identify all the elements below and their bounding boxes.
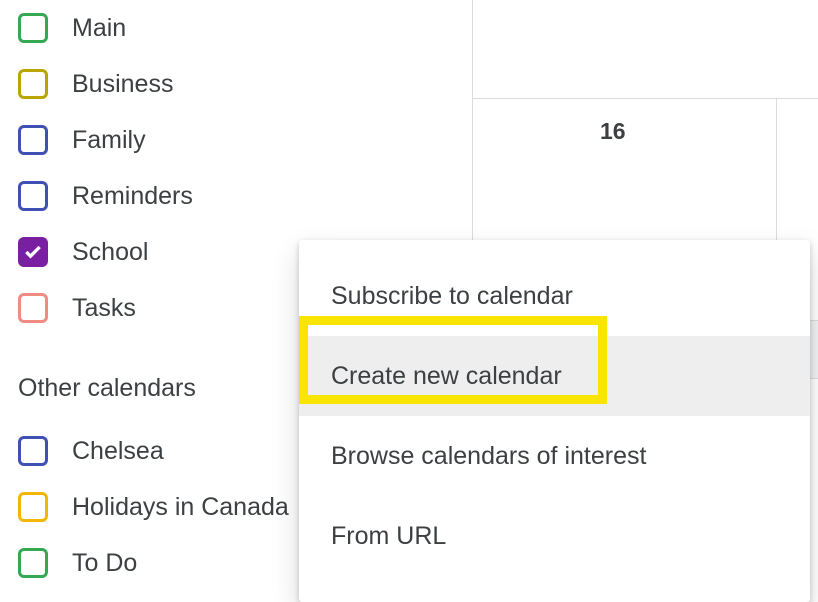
calendar-item-main[interactable]: Main	[18, 0, 308, 56]
calendar-item-todo[interactable]: To Do	[18, 535, 308, 591]
menu-item-label: Create new calendar	[331, 362, 562, 391]
calendar-item-tasks[interactable]: Tasks	[18, 280, 308, 336]
calendar-item-reminders[interactable]: Reminders	[18, 168, 308, 224]
add-calendar-menu: Subscribe to calendar Create new calenda…	[299, 240, 810, 602]
checkbox-todo[interactable]	[18, 548, 48, 578]
calendar-label: Reminders	[72, 182, 193, 211]
checkbox-main[interactable]	[18, 13, 48, 43]
menu-item-label: Browse calendars of interest	[331, 442, 646, 471]
checkbox-school[interactable]	[18, 237, 48, 267]
calendar-label: School	[72, 238, 148, 267]
calendar-label: To Do	[72, 549, 137, 578]
checkbox-family[interactable]	[18, 125, 48, 155]
calendar-item-holidays[interactable]: Holidays in Canada	[18, 479, 308, 535]
calendar-day-number[interactable]: 16	[600, 118, 626, 145]
checkbox-tasks[interactable]	[18, 293, 48, 323]
calendar-item-family[interactable]: Family	[18, 112, 308, 168]
calendar-label: Tasks	[72, 294, 136, 323]
menu-item-import[interactable]: Import	[299, 576, 810, 602]
menu-item-from-url[interactable]: From URL	[299, 496, 810, 576]
other-calendars-heading: Other calendars	[18, 374, 308, 403]
checkmark-icon	[23, 242, 43, 262]
calendar-label: Holidays in Canada	[72, 493, 289, 522]
menu-item-label: From URL	[331, 522, 446, 551]
calendar-item-school[interactable]: School	[18, 224, 308, 280]
calendar-item-chelsea[interactable]: Chelsea	[18, 423, 308, 479]
calendar-label: Chelsea	[72, 437, 164, 466]
grid-horizontal-line	[472, 98, 818, 99]
checkbox-reminders[interactable]	[18, 181, 48, 211]
calendar-item-business[interactable]: Business	[18, 56, 308, 112]
menu-item-create-new[interactable]: Create new calendar	[299, 336, 810, 416]
checkbox-business[interactable]	[18, 69, 48, 99]
calendar-label: Business	[72, 70, 173, 99]
menu-item-subscribe[interactable]: Subscribe to calendar	[299, 256, 810, 336]
calendar-label: Family	[72, 126, 146, 155]
checkbox-chelsea[interactable]	[18, 436, 48, 466]
calendar-sidebar: Main Business Family Reminders School Ta…	[18, 0, 308, 591]
checkbox-holidays[interactable]	[18, 492, 48, 522]
menu-item-label: Subscribe to calendar	[331, 282, 573, 311]
calendar-label: Main	[72, 14, 126, 43]
menu-item-browse[interactable]: Browse calendars of interest	[299, 416, 810, 496]
